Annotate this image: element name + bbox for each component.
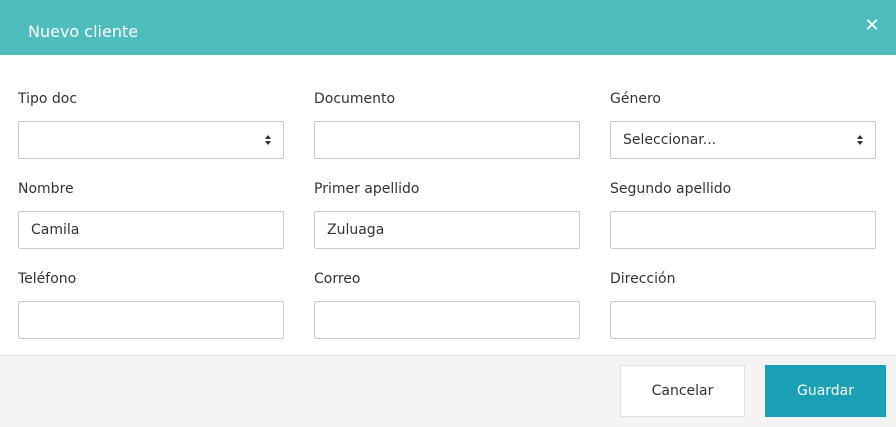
segundo-apellido-field: Segundo apellido xyxy=(610,179,876,249)
tipo-doc-label: Tipo doc xyxy=(18,91,78,107)
select-caret-icon xyxy=(857,135,863,145)
direccion-field: Dirección xyxy=(610,269,876,339)
close-icon[interactable]: ✕ xyxy=(862,16,882,36)
nombre-field: Nombre Camila xyxy=(18,179,284,249)
tipo-doc-select[interactable] xyxy=(18,121,284,159)
modal-header: Nuevo cliente ✕ xyxy=(0,0,896,55)
correo-input[interactable] xyxy=(314,301,580,339)
modal-title: Nuevo cliente xyxy=(28,22,139,41)
segundo-apellido-input[interactable] xyxy=(610,211,876,249)
genero-label: Género xyxy=(610,91,661,107)
primer-apellido-label: Primer apellido xyxy=(314,181,420,197)
documento-field: Documento xyxy=(314,89,580,159)
nombre-label: Nombre xyxy=(18,181,74,197)
new-client-modal: Nuevo cliente ✕ Tipo doc Documento Géner… xyxy=(0,0,896,427)
select-caret-icon xyxy=(265,135,271,145)
documento-input[interactable] xyxy=(314,121,580,159)
telefono-field: Teléfono xyxy=(18,269,284,339)
telefono-input[interactable] xyxy=(18,301,284,339)
genero-value: Seleccionar... xyxy=(623,132,717,148)
save-button[interactable]: Guardar xyxy=(765,365,886,417)
modal-footer: Cancelar Guardar xyxy=(0,355,896,427)
direccion-label: Dirección xyxy=(610,271,676,287)
cancel-button[interactable]: Cancelar xyxy=(620,365,745,417)
direccion-input[interactable] xyxy=(610,301,876,339)
segundo-apellido-label: Segundo apellido xyxy=(610,181,732,197)
genero-field: Género Seleccionar... xyxy=(610,89,876,159)
genero-select[interactable]: Seleccionar... xyxy=(610,121,876,159)
correo-label: Correo xyxy=(314,271,361,287)
primer-apellido-input[interactable]: Zuluaga xyxy=(314,211,580,249)
modal-body: Tipo doc Documento Género Seleccionar... xyxy=(0,55,896,355)
documento-label: Documento xyxy=(314,91,396,107)
tipo-doc-field: Tipo doc xyxy=(18,89,284,159)
correo-field: Correo xyxy=(314,269,580,339)
nombre-input[interactable]: Camila xyxy=(18,211,284,249)
primer-apellido-field: Primer apellido Zuluaga xyxy=(314,179,580,249)
telefono-label: Teléfono xyxy=(18,271,77,287)
